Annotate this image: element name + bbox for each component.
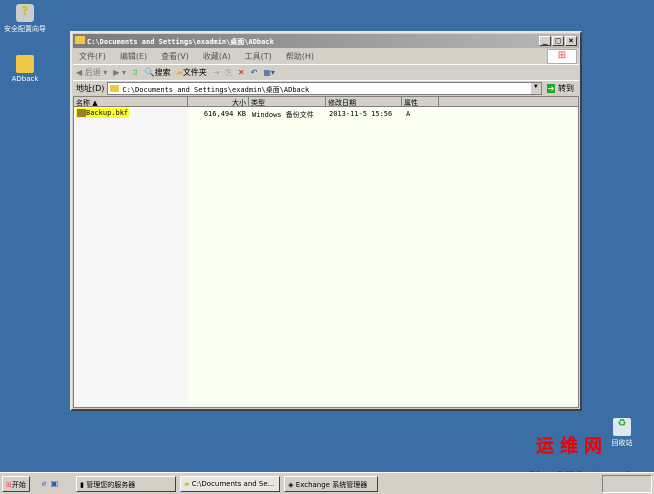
back-button[interactable]: ◀ 后退 ▾	[76, 67, 107, 78]
show-desktop-icon[interactable]: ▣	[51, 479, 59, 488]
system-tray	[602, 474, 652, 493]
folder-icon	[16, 55, 34, 73]
maximize-button[interactable]: □	[552, 36, 564, 46]
delete-icon[interactable]: ✕	[238, 68, 245, 77]
task-manage-server[interactable]: ▮ 管理您的服务器	[76, 475, 177, 492]
column-header-name[interactable]: 名称 ▲	[74, 97, 188, 107]
menu-bar: 文件(F) 编辑(E) 查看(V) 收藏(A) 工具(T) 帮助(H) ⊞	[73, 49, 579, 64]
menu-favorites[interactable]: 收藏(A)	[203, 51, 231, 62]
column-header-modified[interactable]: 修改日期	[326, 97, 402, 107]
bkf-file-icon	[77, 109, 86, 117]
folder-icon	[110, 85, 120, 92]
title-bar[interactable]: C:\Documents and Settings\exadmin\桌面\ADb…	[73, 34, 579, 48]
column-header-size[interactable]: 大小	[188, 97, 249, 107]
close-button[interactable]: ×	[565, 36, 577, 46]
ie-icon[interactable]: ℯ	[42, 479, 47, 488]
undo-icon[interactable]: ↶	[251, 68, 258, 77]
views-icon[interactable]: ▦▾	[263, 68, 275, 77]
task-explorer[interactable]: ▰ C:\Documents and Se...	[180, 475, 281, 492]
folders-button[interactable]: ▰文件夹	[177, 67, 207, 78]
taskbar: ⊞开始 ℯ ▣ ▮ 管理您的服务器 ▰ C:\Documents and Se.…	[0, 472, 654, 494]
toolbar: ◀ 后退 ▾ ▶ ▾ ⇧ 🔍搜索 ▰文件夹 ⇢ ⎘ ✕ ↶ ▦▾	[73, 64, 579, 80]
menu-file[interactable]: 文件(F)	[79, 51, 106, 62]
menu-view[interactable]: 查看(V)	[161, 51, 189, 62]
chevron-down-icon[interactable]: ▼	[530, 83, 541, 94]
menu-help[interactable]: 帮助(H)	[286, 51, 314, 62]
windows-logo-icon: ⊞	[547, 49, 577, 64]
task-exchange[interactable]: ◈ Exchange 系统管理器	[284, 475, 379, 492]
column-header-attributes[interactable]: 属性	[402, 97, 439, 107]
address-bar: 地址(D) C:\Documents and Settings\exadmin\…	[73, 80, 579, 96]
address-input[interactable]: C:\Documents and Settings\exadmin\桌面\ADb…	[107, 82, 542, 95]
menu-edit[interactable]: 编辑(E)	[120, 51, 147, 62]
wizard-icon: ?	[16, 4, 34, 22]
start-button[interactable]: ⊞开始	[2, 475, 30, 492]
file-list: 名称 ▲ 大小 类型 修改日期 属性 Backup.bkf 616,494 KB…	[73, 96, 579, 408]
explorer-window: C:\Documents and Settings\exadmin\桌面\ADb…	[70, 31, 582, 411]
minimize-button[interactable]: _	[539, 36, 551, 46]
folder-icon	[75, 36, 85, 44]
desktop-icon-adback[interactable]: ADback	[0, 55, 55, 83]
copy-to-icon[interactable]: ⎘	[226, 68, 232, 78]
file-name[interactable]: Backup.bkf	[76, 108, 130, 118]
forward-button[interactable]: ▶ ▾	[113, 68, 126, 77]
move-to-icon[interactable]: ⇢	[213, 68, 220, 77]
desktop-icon-security-wizard[interactable]: ? 安全配置向导	[0, 4, 55, 34]
go-button[interactable]: ➜ 转到	[545, 83, 576, 94]
column-header-type[interactable]: 类型	[249, 97, 326, 107]
menu-tools[interactable]: 工具(T)	[245, 51, 272, 62]
search-button[interactable]: 🔍搜索	[145, 67, 171, 78]
up-folder-icon[interactable]: ⇧	[132, 68, 139, 77]
